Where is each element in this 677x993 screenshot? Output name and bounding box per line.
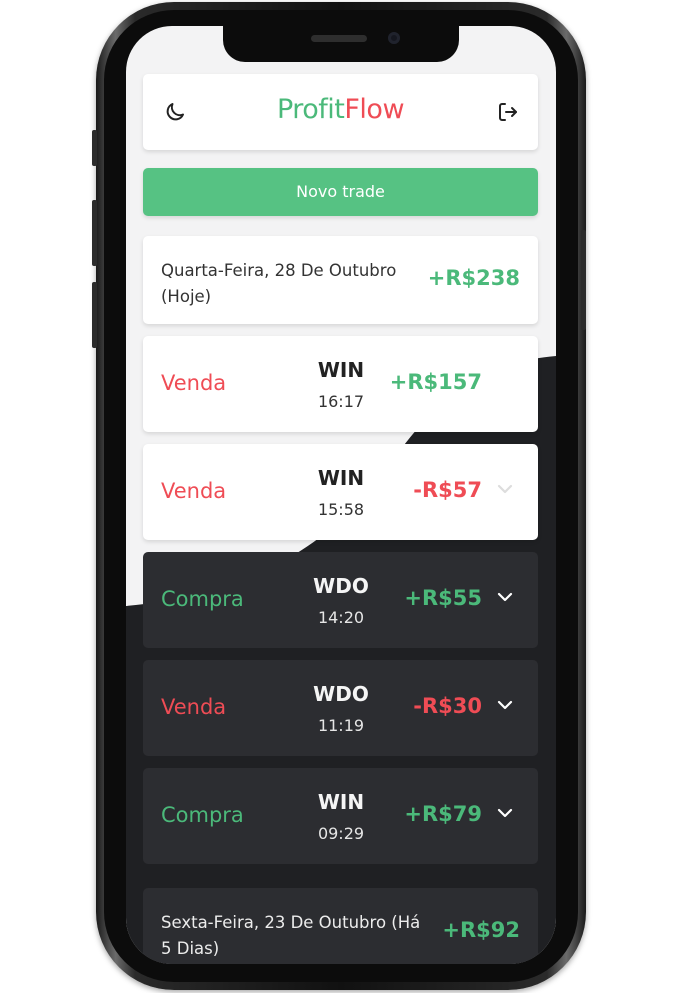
trade-time: 11:19	[317, 716, 365, 735]
day-date-label: Sexta-Feira, 23 De Outubro (Há 5 Dias)	[161, 913, 421, 958]
trade-result: -R$30	[413, 694, 482, 718]
trade-result: +R$157	[389, 370, 482, 394]
day-summary-today: Quarta-Feira, 28 De Outubro (Hoje) +R$23…	[143, 236, 538, 324]
trade-side: Compra	[161, 803, 244, 827]
trade-row[interactable]: Compra WIN 09:29 +R$79	[143, 768, 538, 864]
trade-row[interactable]: Venda WIN 15:58 -R$57	[143, 444, 538, 540]
mute-switch	[92, 130, 97, 166]
day-total: +R$92	[442, 918, 520, 942]
logo-profit: Profit	[276, 94, 345, 125]
trade-side: Venda	[161, 371, 227, 395]
trade-time: 09:29	[317, 824, 365, 843]
trade-asset: WDO	[313, 682, 369, 706]
trade-asset: WIN	[317, 358, 365, 382]
chevron-down-icon[interactable]	[496, 588, 514, 606]
trade-time: 15:58	[317, 500, 365, 519]
chevron-down-icon[interactable]	[496, 480, 514, 498]
chevron-down-icon[interactable]	[496, 372, 514, 390]
trade-side: Venda	[161, 479, 227, 503]
speaker-grille	[311, 35, 367, 42]
app-screen: ProfitFlow Novo trade Quarta-Feira, 28 D…	[126, 26, 556, 964]
trade-result: -R$57	[413, 478, 482, 502]
day-date-label: Quarta-Feira, 28 De Outubro (Hoje)	[161, 261, 397, 306]
logout-icon[interactable]	[496, 100, 520, 124]
trade-time: 14:20	[317, 608, 365, 627]
trade-result: +R$55	[404, 586, 482, 610]
day-summary-past: Sexta-Feira, 23 De Outubro (Há 5 Dias) +…	[143, 888, 538, 964]
trade-time: 16:17	[317, 392, 365, 411]
app-header: ProfitFlow	[143, 74, 538, 150]
trade-asset: WIN	[317, 790, 365, 814]
volume-up-button	[92, 200, 97, 266]
volume-down-button	[92, 282, 97, 348]
trade-asset: WIN	[317, 466, 365, 490]
chevron-down-icon[interactable]	[496, 804, 514, 822]
phone-notch	[223, 26, 459, 62]
trade-result: +R$79	[404, 802, 482, 826]
trade-row[interactable]: Compra WDO 14:20 +R$55	[143, 552, 538, 648]
chevron-down-icon[interactable]	[496, 696, 514, 714]
trade-side: Venda	[161, 695, 227, 719]
day-total: +R$238	[427, 266, 520, 290]
logo-flow: Flow	[344, 94, 405, 125]
trade-row[interactable]: Venda WDO 11:19 -R$30	[143, 660, 538, 756]
power-button	[581, 230, 586, 330]
camera-icon	[388, 32, 400, 44]
trade-asset: WDO	[313, 574, 369, 598]
app-logo: ProfitFlow	[143, 94, 538, 125]
trade-side: Compra	[161, 587, 244, 611]
new-trade-button[interactable]: Novo trade	[143, 168, 538, 216]
trade-row[interactable]: Venda WIN 16:17 +R$157	[143, 336, 538, 432]
